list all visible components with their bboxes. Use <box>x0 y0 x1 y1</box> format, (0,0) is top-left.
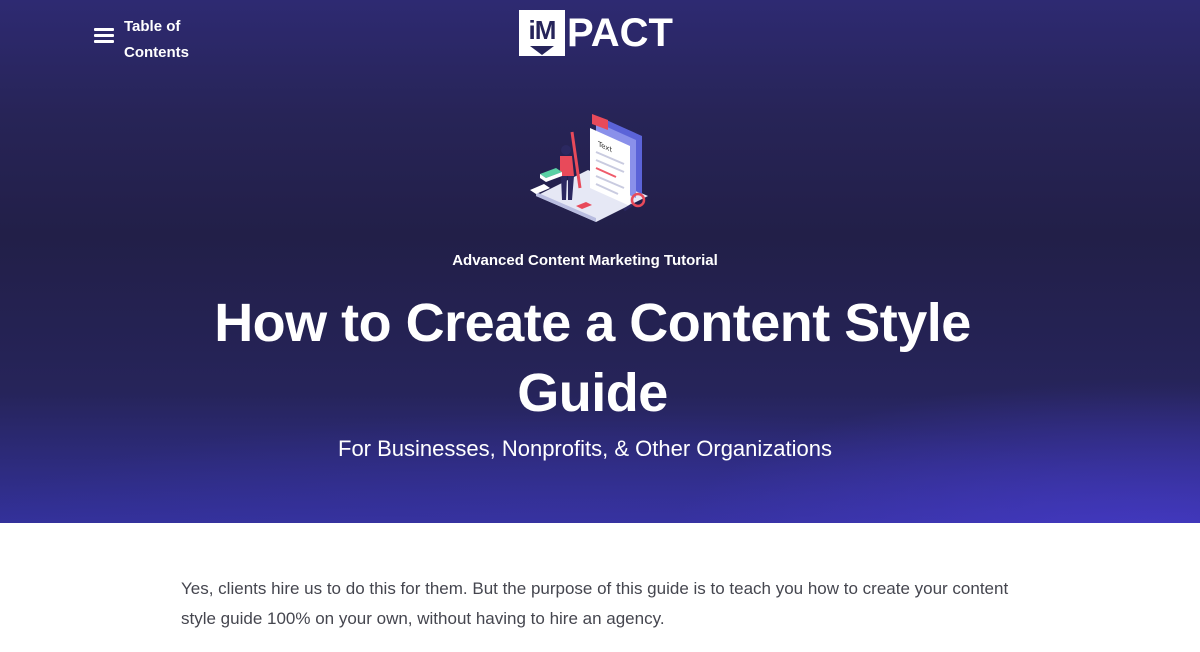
page-title: How to Create a Content Style Guide <box>214 293 971 423</box>
page-subtitle: For Businesses, Nonprofits, & Other Orga… <box>338 436 832 461</box>
intro-paragraph: Yes, clients hire us to do this for them… <box>181 579 1009 628</box>
hamburger-menu-icon <box>94 28 114 46</box>
logo-badge: iM <box>519 10 565 56</box>
hero-banner: Table of Contents iM PACT Text Advanced … <box>0 0 1200 523</box>
logo-chevron-icon <box>530 46 554 55</box>
table-of-contents-label: Table of Contents <box>124 18 189 61</box>
logo-badge-text: iM <box>528 14 557 45</box>
table-of-contents-button[interactable]: Table of Contents <box>94 14 204 66</box>
impact-logo[interactable]: iM PACT <box>519 9 673 57</box>
logo-text: PACT <box>567 11 673 55</box>
article-category: Advanced Content Marketing Tutorial <box>452 252 718 269</box>
content-writing-illustration-icon: Text <box>530 114 648 222</box>
